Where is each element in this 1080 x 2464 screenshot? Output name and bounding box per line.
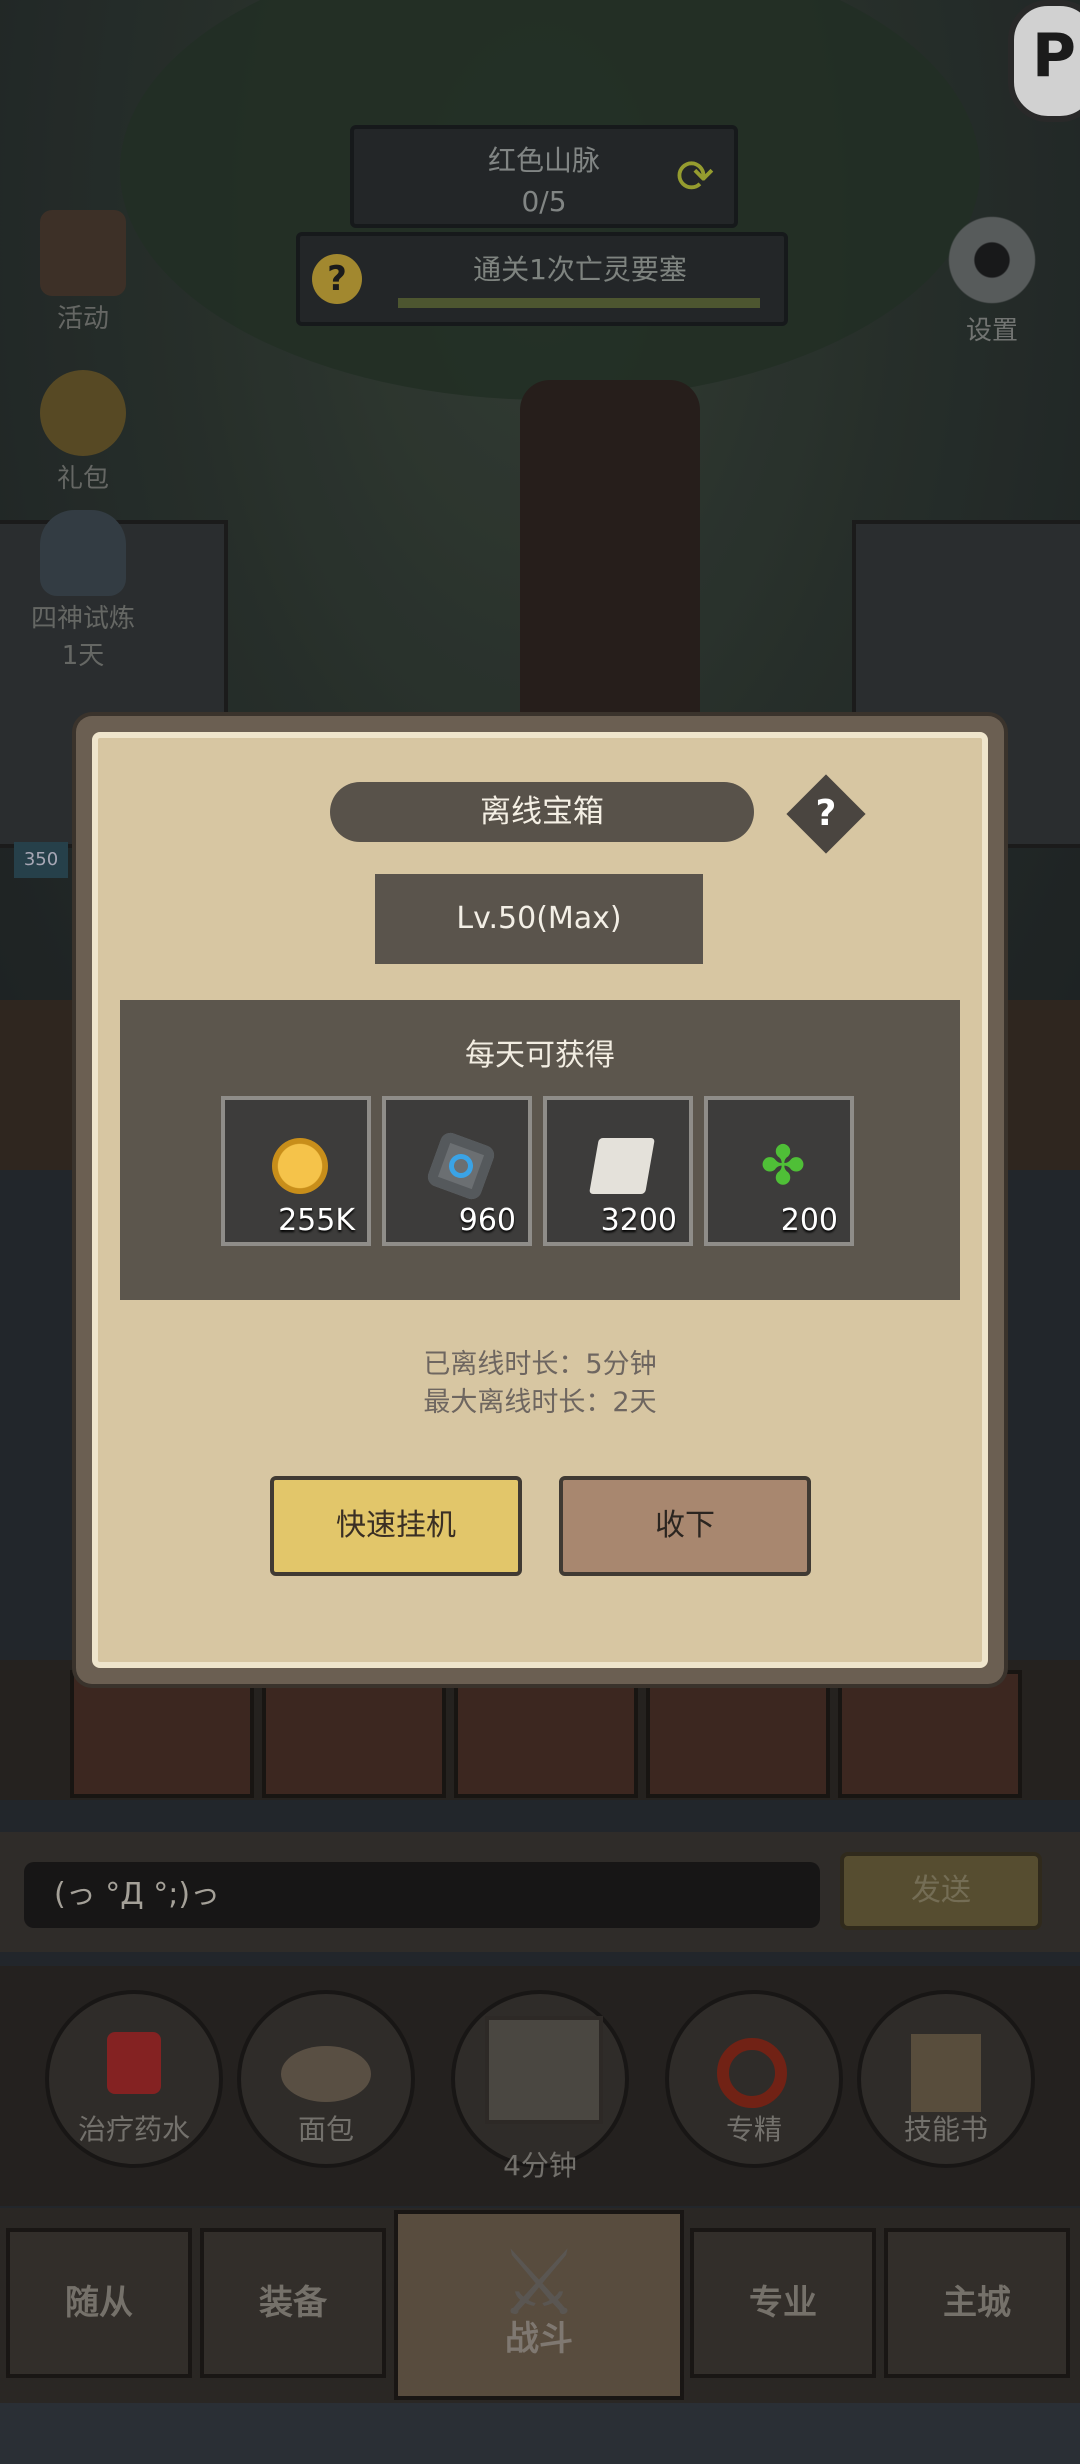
- reward-count: 960: [458, 1203, 516, 1238]
- modal-title: 离线宝箱: [330, 782, 754, 842]
- max-offline-time: 最大离线时长：2天: [423, 1387, 657, 1418]
- rune-stone-icon: [425, 1130, 497, 1202]
- reward-count: 255K: [278, 1203, 355, 1238]
- offline-info: 已离线时长：5分钟 最大离线时长：2天: [98, 1346, 982, 1422]
- help-icon[interactable]: ?: [786, 774, 866, 854]
- gold-coin-icon: [272, 1138, 328, 1194]
- reward-heading: 每天可获得: [465, 1038, 615, 1073]
- reward-count: 3200: [600, 1203, 677, 1238]
- reward-slot-gold[interactable]: 255K: [221, 1096, 371, 1246]
- reward-panel: 每天可获得 255K 960 3200 ✤ 200: [120, 1000, 960, 1300]
- reward-count: 200: [780, 1203, 838, 1238]
- offline-time: 已离线时长：5分钟: [423, 1349, 657, 1380]
- reward-slot-rune[interactable]: 960: [382, 1096, 532, 1246]
- collect-button[interactable]: 收下: [559, 1476, 811, 1576]
- fast-idle-button[interactable]: 快速挂机: [270, 1476, 522, 1576]
- reward-slot-scroll[interactable]: 3200: [543, 1096, 693, 1246]
- scroll-icon: [589, 1138, 655, 1194]
- reward-slot-clover[interactable]: ✤ 200: [704, 1096, 854, 1246]
- offline-chest-modal: 离线宝箱 ? Lv.50(Max) 每天可获得 255K 960 3200 ✤ …: [92, 732, 988, 1668]
- help-icon-glyph: ?: [815, 793, 837, 834]
- clover-icon: ✤: [760, 1134, 806, 1197]
- chest-level: Lv.50(Max): [375, 874, 703, 964]
